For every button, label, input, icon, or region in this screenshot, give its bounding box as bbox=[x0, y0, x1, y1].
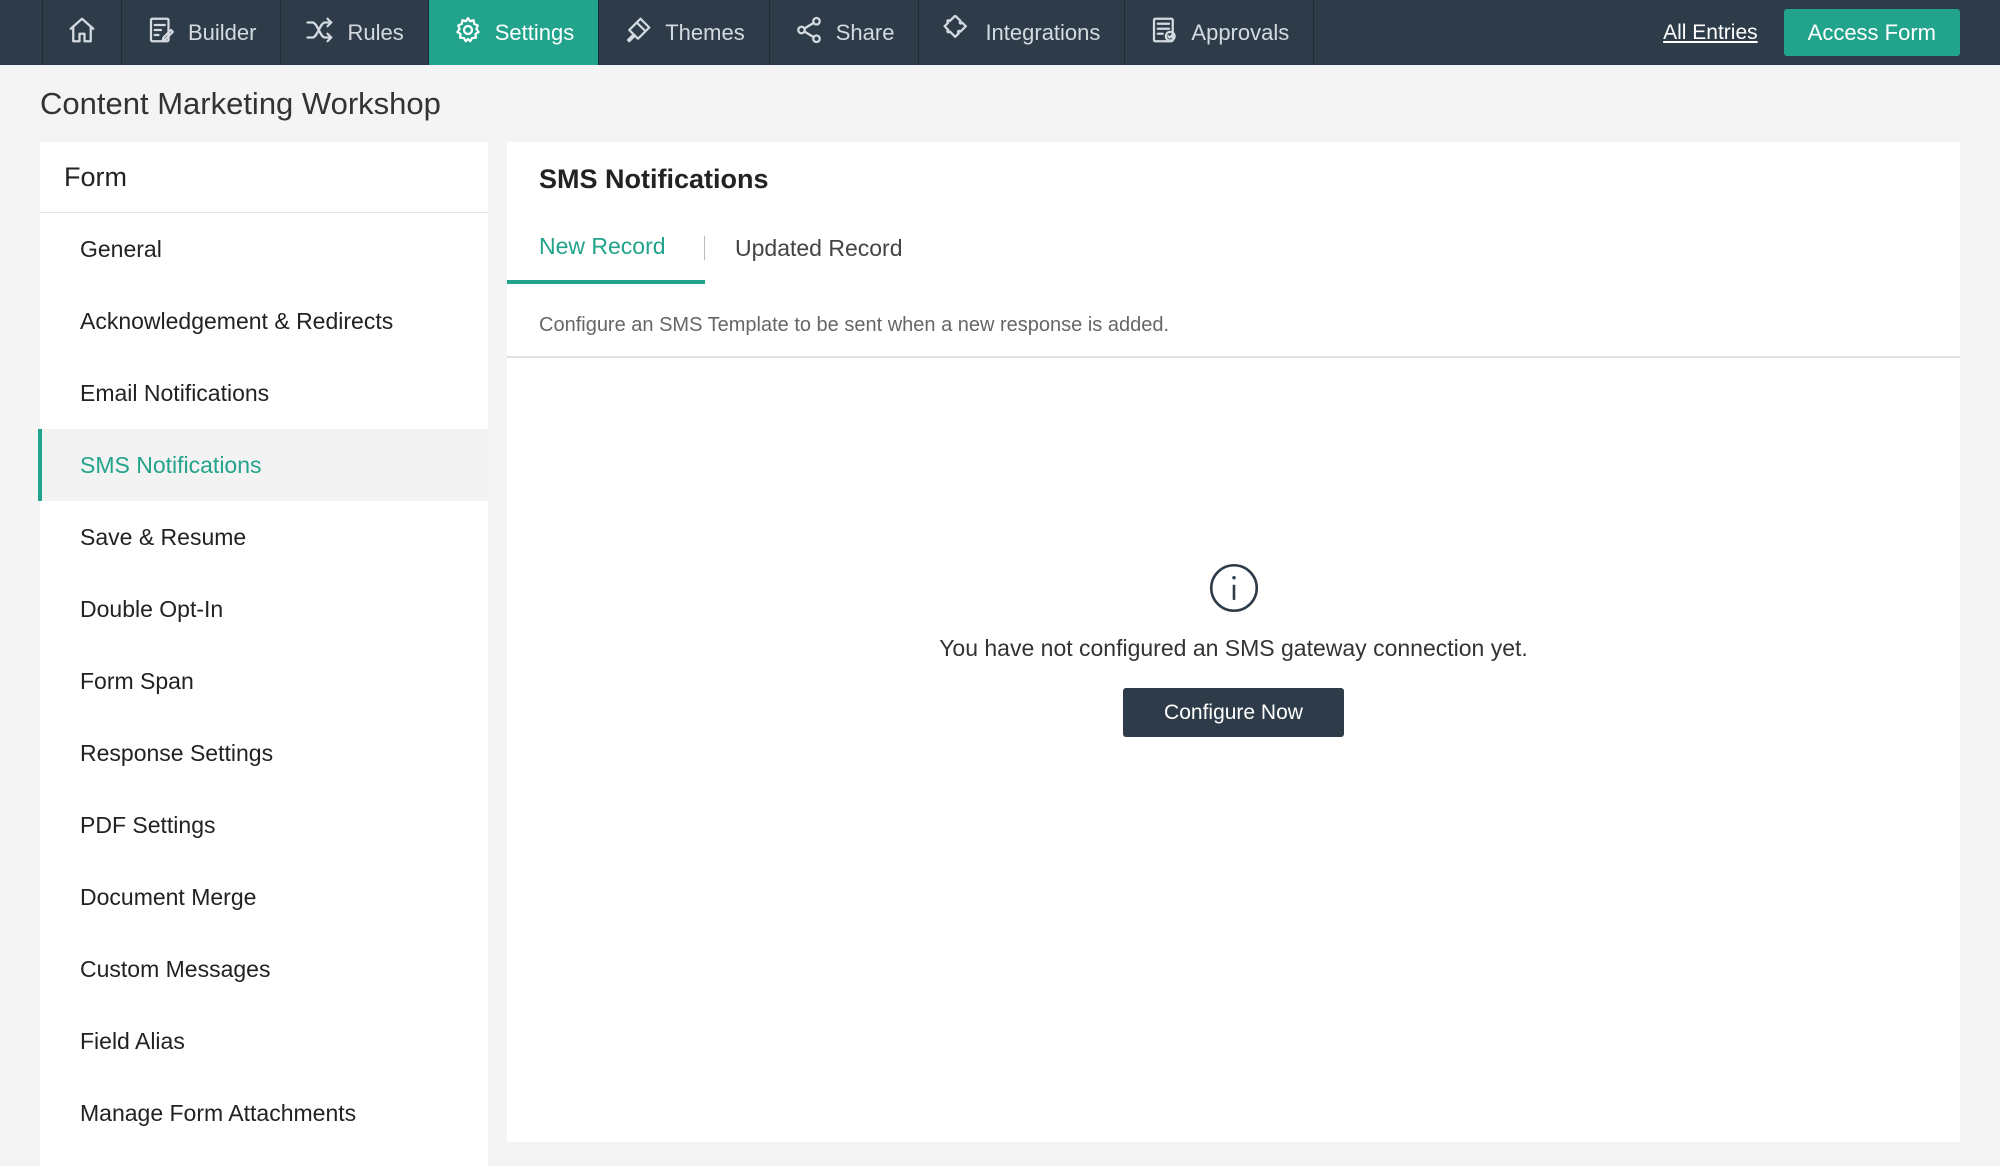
sidebar-item-save-resume[interactable]: Save & Resume bbox=[40, 501, 488, 573]
puzzle-icon bbox=[943, 14, 973, 51]
nav-approvals-label: Approvals bbox=[1191, 19, 1290, 45]
sidebar-item-email-notifications[interactable]: Email Notifications bbox=[40, 357, 488, 429]
nav-rules[interactable]: Rules bbox=[280, 0, 427, 65]
sidebar-item-pdf-settings[interactable]: PDF Settings bbox=[40, 789, 488, 861]
builder-icon bbox=[146, 15, 176, 51]
sidebar-item-sms-notifications[interactable]: SMS Notifications bbox=[38, 429, 488, 501]
nav-rules-label: Rules bbox=[347, 19, 404, 45]
sidebar-item-form-span[interactable]: Form Span bbox=[40, 645, 488, 717]
nav-integrations[interactable]: Integrations bbox=[918, 0, 1124, 65]
sidebar-item-document-merge[interactable]: Document Merge bbox=[40, 861, 488, 933]
nav-builder-label: Builder bbox=[188, 19, 257, 45]
tab-updated-record[interactable]: Updated Record bbox=[735, 212, 903, 284]
nav-settings[interactable]: Settings bbox=[427, 0, 599, 65]
nav-integrations-label: Integrations bbox=[985, 19, 1101, 45]
main-nav: Builder Rules Settings Themes Share Inte… bbox=[42, 0, 1315, 65]
gear-icon bbox=[453, 15, 483, 51]
empty-state-message: You have not configured an SMS gateway c… bbox=[939, 635, 1528, 661]
empty-state: You have not configured an SMS gateway c… bbox=[507, 562, 1960, 737]
settings-sidebar: Form General Acknowledgement & Redirects… bbox=[38, 142, 488, 1166]
sidebar-item-custom-messages[interactable]: Custom Messages bbox=[40, 933, 488, 1005]
tabs-underline bbox=[507, 356, 1960, 358]
share-icon bbox=[794, 15, 824, 51]
top-navigation-bar: Builder Rules Settings Themes Share Inte… bbox=[0, 0, 2000, 65]
home-icon bbox=[67, 15, 97, 51]
sms-notifications-panel: SMS Notifications New Record Updated Rec… bbox=[507, 142, 1960, 1142]
page-title: Content Marketing Workshop bbox=[40, 86, 441, 121]
sidebar-item-general[interactable]: General bbox=[40, 213, 488, 285]
shuffle-icon bbox=[305, 15, 335, 51]
sidebar-item-manage-form-attachments[interactable]: Manage Form Attachments bbox=[40, 1077, 488, 1149]
nav-share[interactable]: Share bbox=[768, 0, 919, 65]
tab-divider bbox=[704, 236, 705, 260]
nav-themes-label: Themes bbox=[665, 19, 745, 45]
access-form-button[interactable]: Access Form bbox=[1783, 9, 1960, 56]
brush-icon bbox=[623, 15, 653, 51]
panel-description: Configure an SMS Template to be sent whe… bbox=[539, 314, 1170, 336]
sidebar-item-response-settings[interactable]: Response Settings bbox=[40, 717, 488, 789]
all-entries-link[interactable]: All Entries bbox=[1663, 21, 1758, 45]
approval-icon bbox=[1149, 15, 1179, 51]
nav-builder[interactable]: Builder bbox=[121, 0, 280, 65]
sidebar-item-field-alias[interactable]: Field Alias bbox=[40, 1005, 488, 1077]
sidebar-heading: Form bbox=[40, 142, 488, 213]
nav-themes[interactable]: Themes bbox=[598, 0, 768, 65]
configure-now-button[interactable]: Configure Now bbox=[1123, 688, 1344, 737]
sidebar-item-acknowledgement-redirects[interactable]: Acknowledgement & Redirects bbox=[40, 285, 488, 357]
sidebar-item-double-opt-in[interactable]: Double Opt-In bbox=[40, 573, 488, 645]
nav-settings-label: Settings bbox=[494, 19, 575, 45]
top-right-actions: All Entries Access Form bbox=[1663, 0, 1960, 65]
nav-approvals[interactable]: Approvals bbox=[1124, 0, 1315, 65]
panel-title: SMS Notifications bbox=[539, 164, 769, 194]
tab-new-record[interactable]: New Record bbox=[507, 212, 705, 284]
nav-share-label: Share bbox=[835, 19, 895, 45]
info-icon bbox=[1208, 562, 1260, 619]
nav-home[interactable] bbox=[42, 0, 121, 65]
